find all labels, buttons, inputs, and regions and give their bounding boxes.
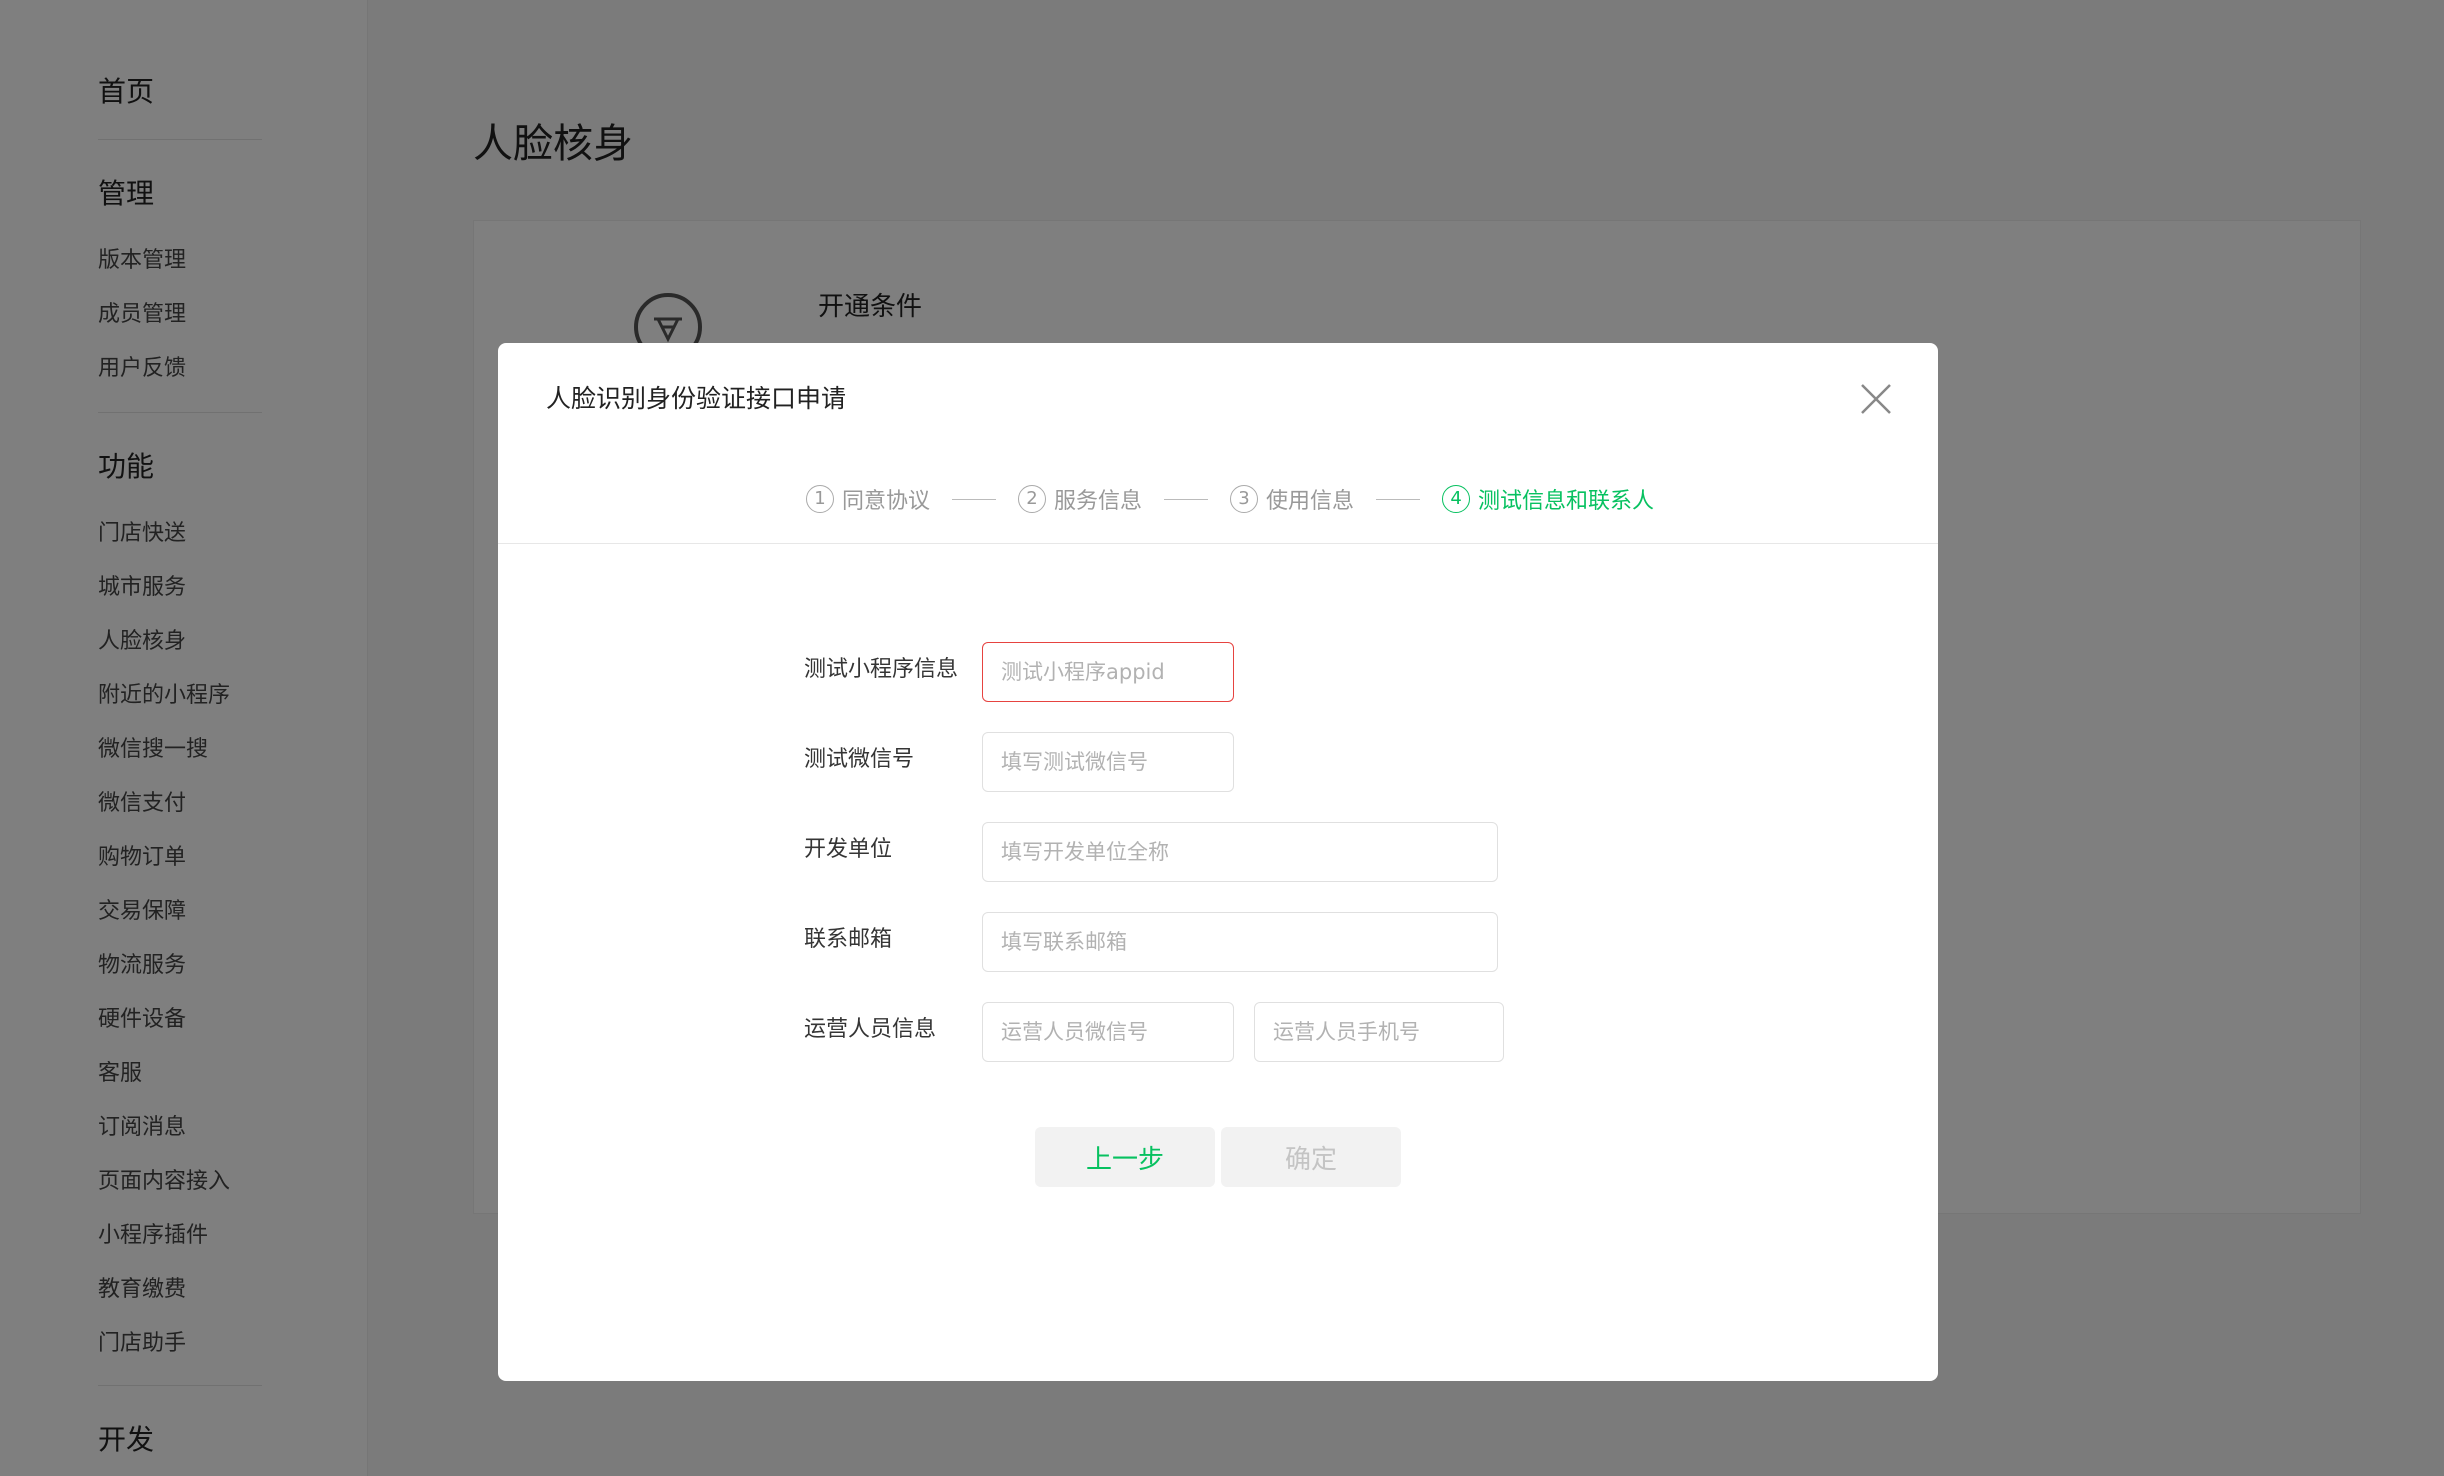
operator-label: 运营人员信息	[804, 1017, 937, 1042]
step-label: 服务信息	[1054, 489, 1143, 514]
dialog-title: 人脸识别身份验证接口申请	[546, 384, 847, 413]
operator-wechat-input[interactable]	[982, 1002, 1234, 1062]
test-appid-input[interactable]	[982, 642, 1234, 702]
email-input[interactable]	[982, 912, 1498, 972]
step-indicator: 1 同意协议 2 服务信息 3 使用信息 4 测试信息和联系人	[806, 479, 1654, 519]
close-button[interactable]	[1858, 381, 1894, 417]
step-2: 2 服务信息	[1018, 483, 1142, 515]
operator-phone-input[interactable]	[1254, 1002, 1504, 1062]
test-wechat-label: 测试微信号	[804, 747, 915, 772]
step-3: 3 使用信息	[1230, 483, 1354, 515]
dev-company-label: 开发单位	[804, 837, 893, 862]
step-connector	[1164, 498, 1209, 500]
prev-step-button[interactable]: 上一步	[1035, 1127, 1215, 1187]
step-number: 1	[806, 485, 834, 513]
step-connector	[952, 498, 997, 500]
step-number: 4	[1442, 485, 1471, 513]
step-number: 2	[1018, 485, 1047, 513]
step-label: 同意协议	[842, 489, 931, 514]
email-label: 联系邮箱	[804, 927, 893, 952]
test-app-label: 测试小程序信息	[804, 657, 959, 682]
apply-dialog: 人脸识别身份验证接口申请 1 同意协议 2 服务信息 3 使用信息 4 测试信息…	[498, 343, 1938, 1381]
step-1: 1 同意协议	[806, 483, 930, 515]
step-label: 测试信息和联系人	[1478, 489, 1655, 514]
dialog-divider	[498, 543, 1938, 544]
confirm-button[interactable]: 确定	[1221, 1127, 1401, 1187]
close-icon	[1861, 384, 1891, 414]
step-connector	[1376, 498, 1421, 500]
step-number: 3	[1230, 485, 1259, 513]
step-4-active: 4 测试信息和联系人	[1442, 483, 1654, 515]
test-wechat-input[interactable]	[982, 732, 1234, 792]
step-label: 使用信息	[1266, 489, 1355, 514]
dev-company-input[interactable]	[982, 822, 1498, 882]
